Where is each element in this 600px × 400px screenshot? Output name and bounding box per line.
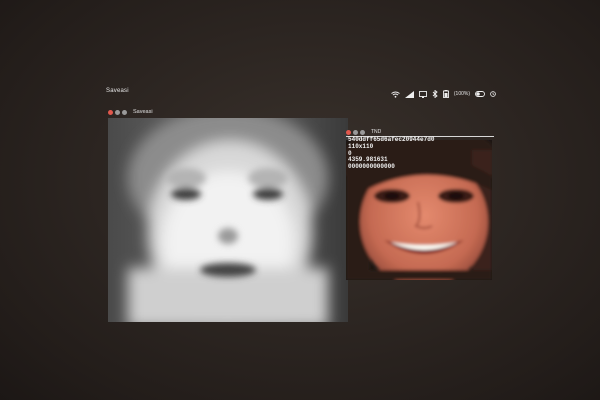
projected-wall: Saveasi (100%) Saveasi TND 540ddff65d6af…	[0, 0, 600, 400]
averaged-face-image	[108, 118, 348, 322]
info-overlay: 540ddff65d6afec20944e7d0 110x110 0 4359.…	[348, 136, 492, 171]
signal-icon[interactable]	[404, 90, 414, 98]
app-name[interactable]: Saveasi	[106, 88, 129, 94]
wifi-icon[interactable]	[391, 91, 400, 98]
projected-screen: Saveasi (100%) Saveasi TND 540ddff65d6af…	[100, 84, 500, 324]
minimize-button[interactable]	[353, 129, 358, 135]
zoom-button[interactable]	[122, 109, 127, 115]
clock-icon[interactable]	[490, 91, 496, 97]
status-tray: (100%)	[391, 88, 496, 100]
battery-percentage: (100%)	[453, 91, 470, 97]
toggle-icon[interactable]	[475, 91, 485, 97]
window-title: TND	[371, 129, 382, 135]
window-title: Saveasi	[133, 109, 153, 115]
zoom-button[interactable]	[360, 129, 365, 135]
minimize-button[interactable]	[115, 109, 120, 115]
battery-icon[interactable]	[442, 90, 449, 98]
info-binary: 0000000000000	[348, 163, 395, 171]
image-dimensions: 110x110	[348, 142, 374, 150]
menubar: Saveasi (100%)	[106, 86, 496, 102]
averaged-face-window: Saveasi	[108, 106, 348, 322]
close-button[interactable]	[346, 129, 351, 135]
close-button[interactable]	[108, 109, 113, 115]
face-photo-window: TND 540ddff65d6afec20944e7d0 110x110 0 4…	[346, 128, 494, 280]
bluetooth-icon[interactable]	[432, 90, 438, 98]
display-icon[interactable]	[418, 90, 427, 98]
window-titlebar: Saveasi	[108, 106, 348, 118]
